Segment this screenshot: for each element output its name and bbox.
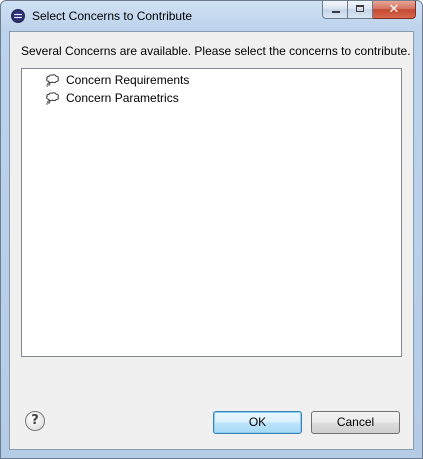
maximize-icon: [356, 5, 364, 12]
tree-item-concern-requirements[interactable]: Concern Requirements: [45, 71, 189, 89]
tree-item-concern-parametrics[interactable]: Concern Parametrics: [45, 89, 179, 107]
dialog-content: Several Concerns are available. Please s…: [9, 31, 414, 450]
close-button[interactable]: ✕: [373, 1, 416, 19]
concern-icon: [46, 73, 59, 87]
help-icon: ?: [31, 413, 39, 428]
tree-item-label: Concern Parametrics: [66, 91, 179, 105]
tree-item-label: Concern Requirements: [66, 73, 190, 87]
concern-icon: [46, 91, 59, 105]
ok-button[interactable]: OK: [213, 411, 302, 434]
caption-buttons: ✕: [322, 1, 416, 20]
cancel-button[interactable]: Cancel: [311, 411, 400, 434]
maximize-button[interactable]: [348, 1, 373, 19]
concerns-tree[interactable]: Concern Requirements Concern Parametrics: [21, 68, 402, 357]
instruction-message: Several Concerns are available. Please s…: [21, 44, 411, 58]
minimize-button[interactable]: [322, 1, 348, 19]
dialog-window: Select Concerns to Contribute ✕ Several …: [0, 0, 423, 459]
window-title: Select Concerns to Contribute: [32, 9, 193, 23]
eclipse-icon: [11, 9, 25, 23]
close-icon: ✕: [388, 2, 400, 17]
minimize-icon: [332, 11, 340, 13]
title-bar[interactable]: Select Concerns to Contribute ✕: [1, 1, 422, 31]
help-button[interactable]: ?: [25, 411, 45, 431]
